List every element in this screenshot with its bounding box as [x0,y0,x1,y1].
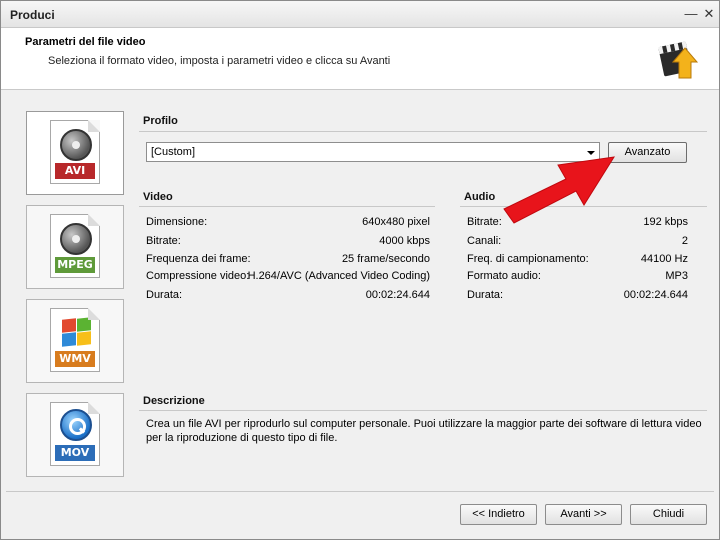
footer-divider [6,491,714,492]
header-subtitle: Seleziona il formato video, imposta i pa… [48,55,391,67]
format-mpeg[interactable]: MPEG [26,205,124,289]
description-section-label: Descrizione [143,395,205,407]
windows-logo-icon [60,317,92,347]
format-badge: WMV [55,351,95,367]
mov-file-icon: MOV [50,402,100,466]
next-button[interactable]: Avanti >> [545,504,622,525]
audio-value: 00:02:24.644 [623,289,688,301]
video-value: H.264/AVC (Advanced Video Coding) [247,270,430,282]
video-key: Dimensione: [146,216,208,228]
dialog-header: Parametri del file video Seleziona il fo… [1,28,719,90]
format-wmv[interactable]: WMV [26,299,124,383]
format-avi[interactable]: AVI [26,111,124,195]
video-key: Compressione video: [146,270,250,282]
audio-section-label: Audio [464,191,496,203]
minimize-icon[interactable]: — [683,6,699,22]
video-value: 640x480 pixel [362,216,430,228]
description-text: Crea un file AVI per riprodurlo sul comp… [146,418,702,444]
header-title: Parametri del file video [25,36,146,48]
mpeg-file-icon: MPEG [50,214,100,278]
video-key: Bitrate: [146,235,181,247]
video-value: 00:02:24.644 [365,289,430,301]
produci-dialog: Produci — ✕ Parametri del file video Sel… [0,0,720,540]
red-annotation-arrow-icon [503,156,615,224]
video-section-label: Video [143,191,173,203]
profile-dropdown-value: [Custom] [151,146,196,158]
description-divider [139,410,707,411]
audio-value: 44100 Hz [640,253,688,265]
video-divider [139,206,435,207]
profile-divider [139,131,707,132]
video-key: Durata: [146,289,183,301]
audio-key: Canali: [467,235,502,247]
produce-logo-icon [658,41,699,79]
video-key: Frequenza dei frame: [146,253,251,265]
film-reel-icon [60,223,92,255]
audio-key: Freq. di campionamento: [467,253,589,265]
video-value: 4000 kbps [379,235,430,247]
video-value: 25 frame/secondo [341,253,430,265]
format-badge: MPEG [55,257,95,273]
close-button[interactable]: Chiudi [630,504,707,525]
window-title: Produci [10,8,55,22]
wmv-file-icon: WMV [50,308,100,372]
format-mov[interactable]: MOV [26,393,124,477]
format-badge: AVI [55,163,95,179]
profile-section-label: Profilo [143,115,178,127]
close-icon[interactable]: ✕ [701,6,717,22]
title-bar[interactable]: Produci — ✕ [1,1,719,28]
format-badge: MOV [55,445,95,461]
audio-value: 2 [681,235,688,247]
audio-key: Formato audio: [467,270,541,282]
avi-file-icon: AVI [50,120,100,184]
quicktime-logo-icon [60,409,92,441]
back-button[interactable]: << Indietro [460,504,537,525]
film-reel-icon [60,129,92,161]
audio-value: MP3 [665,270,688,282]
audio-key: Durata: [467,289,504,301]
